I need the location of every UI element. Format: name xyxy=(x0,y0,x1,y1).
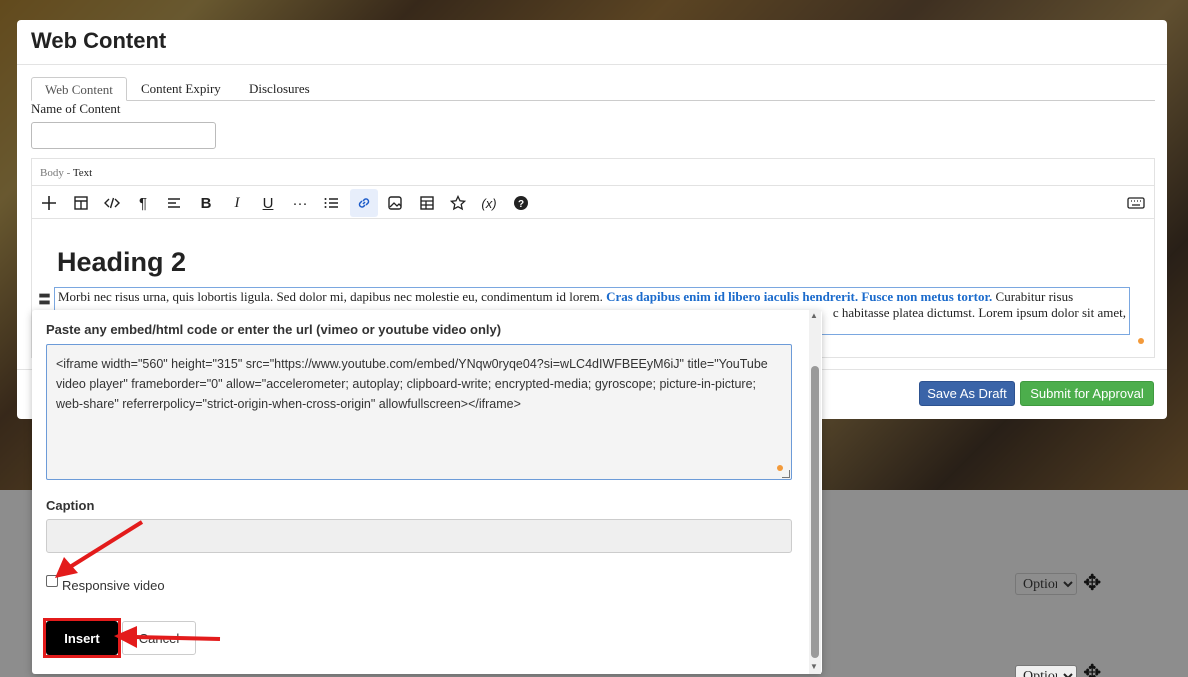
body-mode[interactable]: Text xyxy=(73,167,92,179)
body-label: Body - Text xyxy=(40,167,92,179)
code-icon[interactable] xyxy=(98,189,126,217)
name-of-content-label: Name of Content xyxy=(31,101,121,116)
responsive-video-label[interactable]: Responsive video xyxy=(62,578,165,593)
name-of-content-input[interactable] xyxy=(31,122,216,149)
body-label-text: Body - xyxy=(40,167,71,179)
list-icon[interactable] xyxy=(317,189,345,217)
caption-label: Caption xyxy=(46,498,95,513)
responsive-video-checkbox[interactable] xyxy=(46,575,58,587)
caption-input[interactable] xyxy=(46,519,792,553)
options-select-2[interactable]: Options xyxy=(1015,665,1077,677)
more-icon[interactable]: ··· xyxy=(286,189,314,217)
embed-code-label: Paste any embed/html code or enter the u… xyxy=(46,322,502,337)
modal-title: Web Content xyxy=(31,28,167,53)
tab-web-content[interactable]: Web Content xyxy=(31,77,127,101)
plus-icon[interactable] xyxy=(35,189,63,217)
annotation-highlight-box xyxy=(43,618,121,658)
variable-icon[interactable]: (x) xyxy=(475,189,503,217)
image-icon[interactable] xyxy=(381,189,409,217)
dialog-scrollbar[interactable]: ▲ ▼ xyxy=(809,310,821,674)
content-heading[interactable]: Heading 2 xyxy=(57,247,186,278)
align-icon[interactable] xyxy=(160,189,188,217)
tab-content-expiry[interactable]: Content Expiry xyxy=(128,77,234,101)
paragraph-highlight: Cras dapibus enim id libero iaculis hend… xyxy=(606,289,993,304)
options-select[interactable]: Options xyxy=(1015,573,1077,595)
resize-grip-icon[interactable] xyxy=(782,470,790,478)
tab-bar: Web Content Content Expiry Disclosures xyxy=(31,77,1155,101)
scroll-up-icon[interactable]: ▲ xyxy=(810,311,818,320)
move-icon-2[interactable]: ✥ xyxy=(1083,660,1101,677)
embed-code-textarea[interactable]: <iframe width="560" height="315" src="ht… xyxy=(46,344,792,480)
submit-for-approval-button[interactable]: Submit for Approval xyxy=(1020,381,1154,406)
drag-handle-icon[interactable]: 〓 xyxy=(38,289,51,308)
link-icon[interactable] xyxy=(350,189,378,217)
header-divider xyxy=(17,64,1167,65)
paragraph-icon[interactable]: ¶ xyxy=(129,189,157,217)
paragraph-text-end: Curabitur risus xyxy=(992,289,1074,304)
save-as-draft-button[interactable]: Save As Draft xyxy=(919,381,1015,406)
svg-text:?: ? xyxy=(518,199,524,210)
keyboard-icon[interactable] xyxy=(1122,189,1150,217)
resize-dot xyxy=(1138,338,1144,344)
help-icon[interactable]: ? xyxy=(507,189,535,217)
star-icon[interactable] xyxy=(444,189,472,217)
paragraph-text: Morbi nec risus urna, quis lobortis ligu… xyxy=(58,289,607,304)
italic-icon[interactable]: I xyxy=(223,189,251,217)
editor-toolbar: ¶ B I U ··· (x) ? xyxy=(32,185,1154,219)
cancel-button[interactable]: Cancel xyxy=(122,621,196,655)
scrollbar-thumb[interactable] xyxy=(811,366,819,658)
move-icon[interactable]: ✥ xyxy=(1083,570,1101,596)
scroll-down-icon[interactable]: ▼ xyxy=(810,662,818,671)
underline-icon[interactable]: U xyxy=(254,189,282,217)
table-icon[interactable] xyxy=(413,189,441,217)
tab-disclosures[interactable]: Disclosures xyxy=(236,77,323,101)
bold-icon[interactable]: B xyxy=(192,189,220,217)
template-icon[interactable] xyxy=(67,189,95,217)
embed-video-dialog: Paste any embed/html code or enter the u… xyxy=(32,310,822,674)
